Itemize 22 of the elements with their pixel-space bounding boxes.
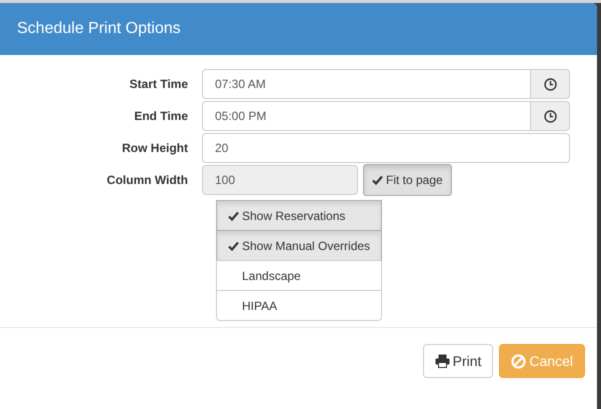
field-label: Start Time	[128, 77, 188, 91]
input-field[interactable]: 07:30 AM	[202, 69, 531, 99]
option-toggle[interactable]: HIPAA	[216, 290, 382, 321]
field-label: Row Height	[121, 141, 188, 155]
field-label: End Time	[133, 109, 188, 123]
clock-icon	[544, 110, 556, 122]
dialog-title: Schedule Print Options	[0, 3, 597, 55]
time-picker-button[interactable]	[531, 69, 570, 99]
printer-icon	[434, 354, 450, 368]
check-icon	[372, 175, 383, 185]
field-label: Column Width	[106, 173, 188, 187]
check-icon	[228, 240, 239, 250]
check-icon	[228, 210, 239, 220]
option-toggle[interactable]: Landscape	[216, 260, 382, 291]
option-toggle[interactable]: Show Reservations	[216, 200, 382, 231]
clock-icon	[544, 78, 556, 90]
input-field[interactable]: 05:00 PM	[202, 101, 531, 131]
ban-icon	[511, 354, 526, 368]
input-field[interactable]: 20	[202, 133, 570, 163]
option-toggle[interactable]: Show Manual Overrides	[216, 230, 382, 261]
print-button[interactable]: Print	[422, 344, 494, 378]
time-picker-button[interactable]	[531, 101, 570, 131]
